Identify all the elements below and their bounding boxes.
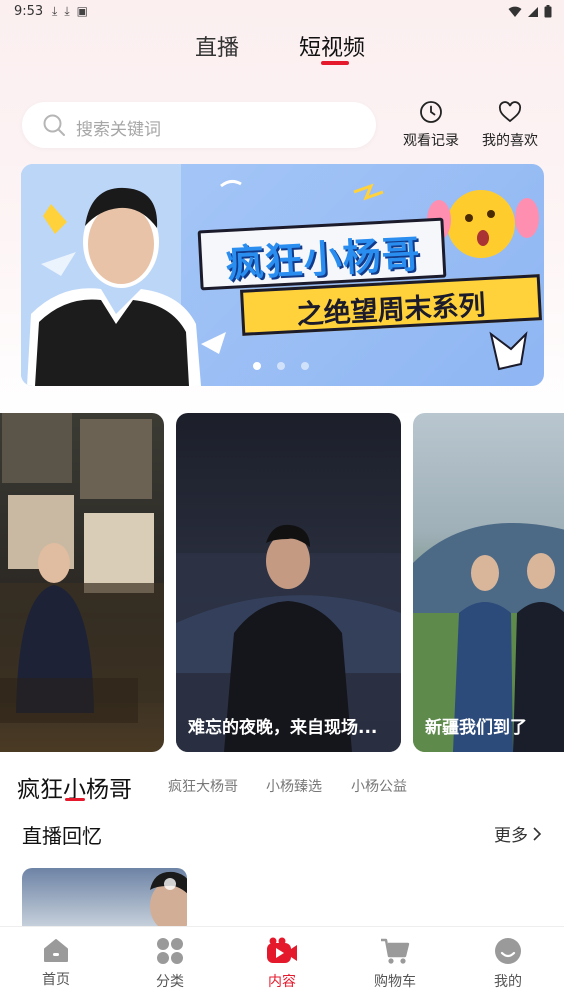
nav-cart[interactable]: 购物车 — [355, 937, 435, 991]
status-bar: 9:53 ⤓ ⤓ ▣ — [0, 0, 564, 24]
video-thumbnail — [413, 523, 564, 752]
search-icon — [43, 114, 65, 136]
nav-home-label: 首页 — [42, 972, 70, 988]
chevron-right-icon — [533, 826, 542, 841]
battery-icon — [544, 5, 552, 18]
banner-dot[interactable] — [253, 362, 261, 370]
video-caption: 难忘的夜晚，来自现场... — [188, 718, 378, 738]
app-notification-icon: ▣ — [76, 4, 88, 18]
more-button[interactable]: 更多 — [494, 821, 542, 846]
video-camera-icon — [267, 937, 297, 963]
cart-icon — [381, 938, 410, 964]
bottom-nav: 首页 分类 内容 购物车 我的 — [0, 926, 564, 1004]
tab-short-video[interactable]: 短视频 — [299, 30, 365, 62]
nav-profile[interactable]: 我的 — [468, 937, 548, 991]
signal-icon — [528, 6, 538, 17]
search-placeholder: 搜索关键词 — [76, 120, 161, 140]
video-card[interactable]: 难忘的夜晚，来自现场... — [176, 413, 401, 752]
video-carousel: 难忘的夜晚，来自现场... 新疆我们到了 — [0, 413, 564, 752]
video-card[interactable]: 新疆我们到了 — [413, 413, 564, 752]
profile-icon — [495, 938, 521, 964]
watch-history-label: 观看记录 — [403, 133, 459, 149]
category-active-indicator — [65, 798, 85, 801]
watch-history-button[interactable]: 观看记录 — [396, 100, 466, 152]
replay-image — [150, 871, 187, 928]
category-tab[interactable]: 小杨臻选 — [266, 776, 322, 796]
nav-home[interactable]: 首页 — [16, 937, 96, 989]
video-card[interactable] — [0, 413, 164, 752]
status-system-icons — [508, 5, 552, 18]
my-favorites-label: 我的喜欢 — [482, 133, 538, 149]
grid-icon — [157, 938, 183, 964]
category-tab[interactable]: 疯狂大杨哥 — [168, 776, 238, 796]
active-tab-indicator — [321, 61, 349, 65]
home-icon — [44, 939, 68, 962]
live-replay-thumbnail[interactable] — [22, 868, 187, 928]
banner-pagination — [253, 362, 309, 370]
banner-dot[interactable] — [301, 362, 309, 370]
promo-banner[interactable]: 疯狂小杨哥 之绝望周末系列 — [21, 164, 544, 386]
nav-cart-label: 购物车 — [374, 974, 416, 990]
status-time: 9:53 — [14, 4, 44, 19]
download-icon: ⤓ — [64, 4, 70, 18]
nav-category-label: 分类 — [156, 974, 184, 990]
heart-icon — [498, 101, 522, 123]
category-tab[interactable]: 小杨公益 — [351, 776, 407, 796]
more-label: 更多 — [494, 826, 528, 846]
nav-content-label: 内容 — [268, 974, 296, 990]
banner-dot[interactable] — [277, 362, 285, 370]
wifi-icon — [508, 6, 522, 17]
video-caption: 新疆我们到了 — [425, 718, 527, 738]
top-tabs: 直播 短视频 — [0, 28, 564, 68]
video-thumbnail — [176, 524, 401, 752]
status-notification-icons: ⤓ ⤓ ▣ — [52, 4, 88, 18]
nav-profile-label: 我的 — [494, 974, 522, 990]
video-thumbnail — [0, 413, 164, 723]
my-favorites-button[interactable]: 我的喜欢 — [475, 100, 545, 152]
clock-icon — [420, 101, 442, 123]
nav-content[interactable]: 内容 — [242, 937, 322, 991]
tab-live[interactable]: 直播 — [195, 30, 239, 62]
section-title: 直播回忆 — [22, 824, 102, 848]
download-icon: ⤓ — [52, 4, 58, 18]
nav-category[interactable]: 分类 — [130, 937, 210, 991]
search-input[interactable]: 搜索关键词 — [22, 102, 376, 148]
